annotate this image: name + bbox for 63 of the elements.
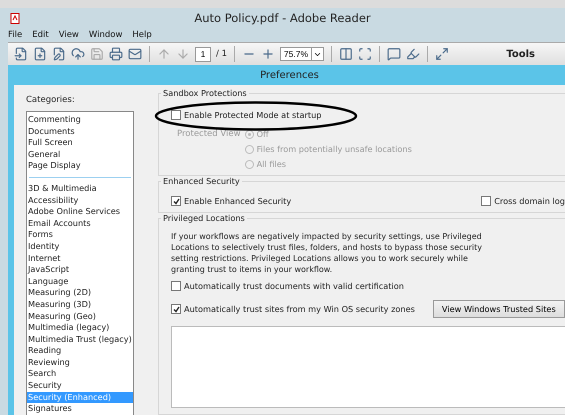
- categories-label: Categories:: [26, 95, 76, 105]
- printer-icon[interactable]: [109, 47, 123, 61]
- open-file-icon[interactable]: [14, 47, 28, 61]
- zoom-in-icon[interactable]: [260, 47, 275, 61]
- category-item[interactable]: Signatures: [27, 403, 133, 415]
- category-item[interactable]: General: [27, 148, 133, 160]
- category-item[interactable]: Email Accounts: [27, 218, 133, 230]
- group-title: Sandbox Protections: [161, 88, 249, 98]
- category-item[interactable]: Multimedia (legacy): [27, 322, 133, 334]
- category-item[interactable]: Measuring (Geo): [27, 310, 133, 322]
- category-item[interactable]: Reading: [27, 345, 133, 357]
- check-mark-icon: [172, 306, 180, 312]
- menu-item[interactable]: File: [8, 30, 22, 40]
- category-item[interactable]: Identity: [27, 240, 133, 253]
- view-trusted-sites-button[interactable]: View Windows Trusted Sites: [432, 300, 565, 318]
- fit-page-icon[interactable]: [338, 47, 353, 61]
- cloud-upload-icon[interactable]: [71, 47, 85, 61]
- edit-document-icon[interactable]: [52, 47, 66, 61]
- category-item[interactable]: Security: [27, 380, 133, 392]
- group-title: Enhanced Security: [161, 176, 242, 186]
- description-text: If your workflows are negatively impacted by security settings, use Privileged Locations to selectively trust files, folders, and hosts to bypass those security setting restrictions. Privileged Locations allows you to work securely while granting trust to items in your workflow.: [171, 231, 484, 275]
- menu-item[interactable]: Help: [132, 30, 152, 40]
- category-item[interactable]: Accessibility: [27, 194, 133, 206]
- category-item[interactable]: Reviewing: [27, 356, 133, 368]
- zoom-field[interactable]: 75.7%: [280, 47, 312, 61]
- menu-item[interactable]: View: [58, 30, 79, 40]
- category-item[interactable]: Forms: [27, 229, 133, 241]
- category-item[interactable]: Language: [27, 276, 133, 288]
- comment-icon[interactable]: [386, 47, 401, 61]
- checkbox-option[interactable]: Enable Protected Mode at startup: [171, 110, 565, 120]
- check-mark-icon: [172, 198, 180, 204]
- highlighter-icon[interactable]: [406, 47, 420, 61]
- menu-item[interactable]: Edit: [32, 30, 49, 40]
- category-item[interactable]: Commenting: [27, 114, 133, 126]
- dialog-title: Preferences: [14, 65, 565, 85]
- mail-icon[interactable]: [128, 47, 142, 61]
- category-item[interactable]: JavaScript: [27, 264, 133, 276]
- dropdown-button[interactable]: [312, 47, 324, 61]
- full-screen-icon[interactable]: [434, 47, 449, 61]
- fit-width-icon[interactable]: [358, 47, 372, 61]
- category-item[interactable]: Adobe Online Services: [27, 206, 133, 218]
- tools-button[interactable]: Tools: [506, 48, 535, 60]
- category-item[interactable]: Search: [27, 368, 133, 380]
- category-item[interactable]: Full Screen: [27, 137, 133, 149]
- category-item[interactable]: 3D & Multimedia: [27, 182, 133, 195]
- category-item[interactable]: Documents: [27, 126, 133, 138]
- group-title: Privileged Locations: [161, 213, 247, 223]
- category-item[interactable]: Page Display: [27, 160, 133, 172]
- page-total: / 1: [216, 49, 227, 59]
- category-item[interactable]: Measuring (3D): [27, 298, 133, 310]
- create-pdf-icon[interactable]: [33, 47, 47, 61]
- window-title: Auto Policy.pdf - Adobe Reader: [194, 11, 372, 25]
- checkbox-option[interactable]: Automatically trust sites from my Win OS security zones: [171, 304, 415, 314]
- checkbox-option[interactable]: Automatically trust documents with valid certification: [171, 281, 565, 291]
- category-item[interactable]: Multimedia Trust (legacy): [27, 334, 133, 346]
- protected-view-label: Protected View: [177, 129, 241, 141]
- menu-item[interactable]: Window: [88, 30, 122, 40]
- checkbox-option[interactable]: Cross domain log: [481, 196, 565, 206]
- checkbox-option[interactable]: Enable Enhanced Security: [171, 196, 292, 206]
- category-item[interactable]: Measuring (2D): [27, 287, 133, 299]
- page-number-field[interactable]: 1: [195, 46, 211, 62]
- category-item[interactable]: Internet: [27, 252, 133, 264]
- pdf-file-icon: [10, 12, 20, 24]
